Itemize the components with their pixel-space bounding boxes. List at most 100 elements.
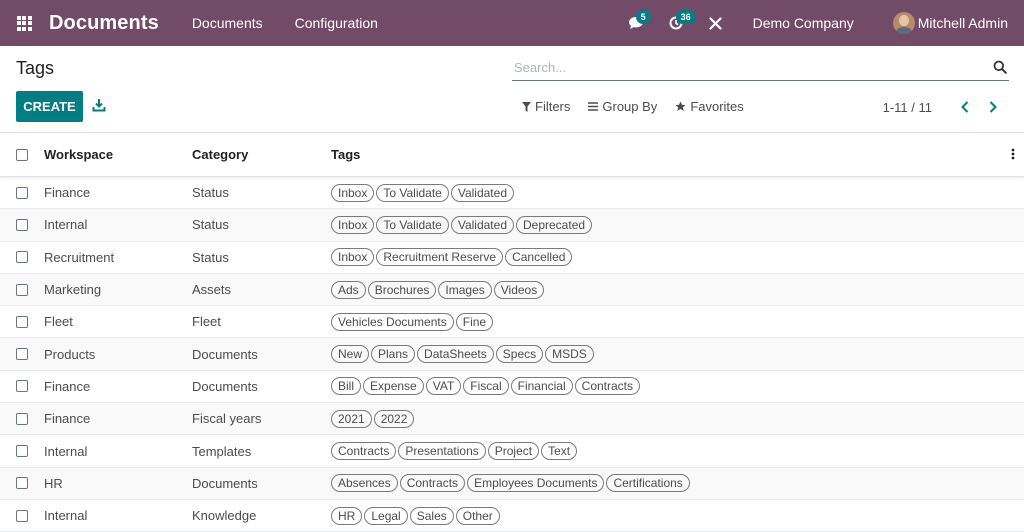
column-header-tags[interactable]: Tags: [331, 147, 1024, 162]
cell-workspace: Internal: [44, 217, 88, 233]
table-row[interactable]: Finance Status Inbox To Validate Validated: [0, 177, 1024, 210]
cell-workspace: Recruitment: [44, 249, 115, 265]
row-checkbox[interactable]: [16, 186, 28, 199]
filters-dropdown[interactable]: Filters: [522, 99, 570, 114]
tag-badge: Contracts: [574, 377, 641, 396]
row-checkbox[interactable]: [16, 283, 28, 296]
create-button[interactable]: CREATE: [16, 91, 83, 122]
tag-badge: Contracts: [331, 442, 397, 461]
messages-badge: 5: [635, 10, 651, 24]
cell-workspace: Internal: [44, 443, 88, 459]
pager-value[interactable]: 1-11 / 11: [883, 100, 932, 115]
select-all-checkbox[interactable]: [16, 148, 28, 161]
cell-workspace: Fleet: [44, 314, 73, 330]
cell-tags: 2021 2022: [331, 409, 1024, 428]
groupby-dropdown[interactable]: Group By: [588, 99, 657, 114]
debug-tools[interactable]: [696, 0, 736, 46]
row-checkbox[interactable]: [16, 348, 28, 361]
pager-previous[interactable]: [951, 98, 979, 116]
row-select-cell: [0, 315, 44, 328]
column-header-workspace[interactable]: Workspace: [44, 147, 192, 162]
table-row[interactable]: HR Documents Absences Contracts Employees Do…: [0, 467, 1024, 500]
row-checkbox[interactable]: [16, 445, 28, 458]
tag-badge: Specs: [495, 345, 544, 364]
company-switcher[interactable]: Demo Company: [736, 15, 871, 31]
tag-badge: Recruitment Reserve: [376, 248, 504, 267]
search-icon[interactable]: [993, 60, 1007, 77]
tag-badge: 2022: [373, 409, 415, 428]
activity-menu[interactable]: 36: [656, 0, 696, 46]
search-input[interactable]: [512, 56, 982, 78]
tag-badge: Text: [541, 442, 578, 461]
cell-category: Status: [192, 217, 229, 233]
tag-badge: Vehicles Documents: [331, 312, 454, 331]
cell-workspace: HR: [44, 475, 63, 491]
row-checkbox[interactable]: [16, 477, 28, 490]
tag-badge: Validated: [450, 183, 514, 202]
pager-next[interactable]: [979, 98, 1007, 116]
cell-tags: Absences Contracts Employees Documents Cert…: [331, 474, 1024, 493]
tag-badge: Sales: [409, 506, 454, 525]
groupby-label: Group By: [602, 99, 658, 114]
row-checkbox[interactable]: [16, 412, 28, 425]
create-button-label: CREATE: [23, 99, 76, 114]
row-select-cell: [0, 283, 44, 296]
cell-category: Fleet: [192, 314, 221, 330]
row-checkbox[interactable]: [16, 380, 28, 393]
table-row[interactable]: Products Documents New Plans DataSheets Specs…: [0, 338, 1024, 371]
activities-badge: 36: [675, 10, 696, 24]
table-header: Workspace Category Tags: [0, 133, 1024, 177]
menu-item-documents[interactable]: Documents: [176, 0, 279, 46]
table-row[interactable]: Internal Status Inbox To Validate Validated D…: [0, 209, 1024, 242]
tags-list: Workspace Category Tags Finance Status Inb…: [0, 133, 1024, 532]
tag-badge: Contracts: [399, 474, 466, 493]
row-checkbox[interactable]: [16, 251, 28, 264]
table-row[interactable]: Finance Fiscal years 2021 2022: [0, 403, 1024, 436]
chevron-right-icon: [989, 101, 997, 113]
column-header-category[interactable]: Category: [192, 147, 331, 162]
cell-workspace: Finance: [44, 411, 91, 427]
cell-tags: Bill Expense VAT Fiscal Financial Contracts: [331, 377, 1024, 396]
optional-columns-icon[interactable]: [1011, 148, 1015, 163]
table-row[interactable]: Internal Templates Contracts Presentations P…: [0, 435, 1024, 468]
favorites-dropdown[interactable]: Favorites: [675, 99, 744, 114]
row-checkbox[interactable]: [16, 218, 28, 231]
row-checkbox[interactable]: [16, 315, 28, 328]
tag-badge: Legal: [364, 506, 408, 525]
page-title: Tags: [16, 58, 55, 78]
row-select-cell: [0, 509, 44, 522]
search-bar: [512, 56, 1009, 81]
table-row[interactable]: Internal Knowledge HR Legal Sales Other: [0, 500, 1024, 532]
table-row[interactable]: Finance Documents Bill Expense VAT Fiscal Fina…: [0, 371, 1024, 404]
row-select-cell: [0, 186, 44, 199]
row-checkbox[interactable]: [16, 509, 28, 522]
row-select-cell: [0, 445, 44, 458]
main-menu: Documents Configuration: [176, 0, 394, 46]
tag-badge: Inbox: [331, 215, 375, 234]
cell-tags: Inbox To Validate Validated: [331, 183, 1024, 202]
select-all-cell: [0, 148, 44, 161]
cell-category: Fiscal years: [192, 411, 262, 427]
table-row[interactable]: Recruitment Status Inbox Recruitment Reserv…: [0, 242, 1024, 274]
tools-icon: [709, 16, 722, 30]
tag-badge: Expense: [363, 377, 424, 396]
cell-category: Status: [192, 185, 229, 201]
tag-badge: HR: [331, 506, 363, 525]
tag-badge: Other: [455, 506, 500, 525]
menu-item-configuration[interactable]: Configuration: [279, 0, 394, 46]
tag-badge: Videos: [493, 280, 545, 299]
table-row[interactable]: Fleet Fleet Vehicles Documents Fine: [0, 306, 1024, 339]
tag-badge: Deprecated: [516, 215, 593, 234]
messaging-menu[interactable]: 5: [616, 0, 656, 46]
tag-badge: To Validate: [376, 183, 449, 202]
tag-badge: To Validate: [376, 215, 449, 234]
tag-badge: Certifications: [606, 474, 690, 493]
user-menu[interactable]: Mitchell Admin: [871, 12, 1024, 34]
apps-menu-icon[interactable]: [0, 0, 48, 46]
tag-badge: VAT: [425, 377, 462, 396]
app-brand[interactable]: Documents: [49, 12, 159, 35]
export-button[interactable]: [92, 98, 106, 115]
cell-category: Status: [192, 249, 229, 265]
cell-workspace: Finance: [44, 185, 91, 201]
table-row[interactable]: Marketing Assets Ads Brochures Images Videos: [0, 273, 1024, 307]
